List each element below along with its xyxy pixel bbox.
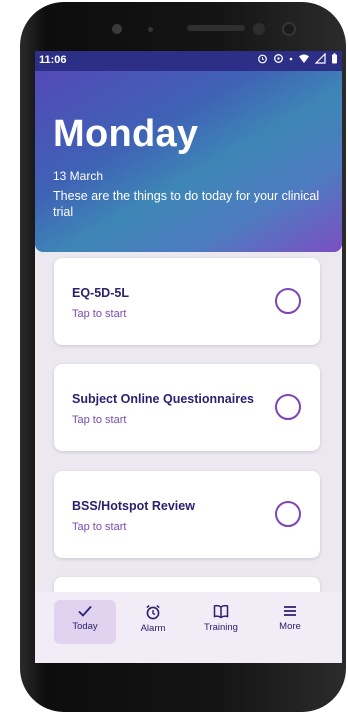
menu-icon bbox=[284, 606, 296, 616]
status-circle-icon[interactable] bbox=[275, 288, 301, 314]
nav-label: Training bbox=[204, 622, 238, 633]
dot-icon bbox=[289, 57, 293, 61]
today-header: Monday 13 March These are the things to … bbox=[35, 71, 342, 252]
battery-icon bbox=[332, 53, 337, 64]
status-bar: 11:06 bbox=[35, 51, 342, 71]
phone-speaker bbox=[187, 25, 245, 31]
status-circle-icon[interactable] bbox=[275, 501, 301, 527]
date-label: 13 March bbox=[53, 169, 104, 183]
nav-label: Today bbox=[72, 621, 98, 632]
task-card-questionnaires[interactable]: Subject Online Questionnaires Tap to sta… bbox=[54, 364, 320, 451]
task-title: EQ-5D-5L bbox=[72, 286, 129, 300]
task-title: Subject Online Questionnaires bbox=[72, 392, 254, 406]
phone-sensor-right bbox=[253, 23, 265, 35]
app-screen: 11:06 Monday 13 March These are the thin… bbox=[35, 51, 342, 663]
header-subtitle: These are the things to do today for you… bbox=[53, 189, 320, 219]
phone-sensor bbox=[112, 24, 122, 34]
bottom-navigation: Today Alarm Training More bbox=[35, 592, 342, 663]
task-subtitle: Tap to start bbox=[72, 414, 127, 426]
nav-more[interactable]: More bbox=[259, 600, 321, 644]
alarm-clock-icon bbox=[146, 605, 160, 620]
task-subtitle: Tap to start bbox=[72, 308, 127, 320]
status-icons bbox=[257, 53, 338, 64]
nav-alarm[interactable]: Alarm bbox=[122, 600, 184, 644]
task-subtitle: Tap to start bbox=[72, 521, 127, 533]
check-icon bbox=[78, 605, 92, 617]
task-card-hotspot-review[interactable]: BSS/Hotspot Review Tap to start bbox=[54, 471, 320, 558]
status-circle-icon[interactable] bbox=[275, 394, 301, 420]
phone-sensor-dot bbox=[148, 27, 153, 32]
nav-training[interactable]: Training bbox=[190, 600, 252, 644]
nav-label: More bbox=[279, 621, 301, 632]
task-card-eq5d[interactable]: EQ-5D-5L Tap to start bbox=[54, 258, 320, 345]
nav-label: Alarm bbox=[140, 623, 166, 634]
wifi-icon bbox=[299, 54, 309, 63]
front-camera bbox=[282, 22, 296, 36]
status-time: 11:06 bbox=[39, 54, 67, 66]
alarm-status-icon bbox=[258, 54, 267, 64]
data-saver-icon bbox=[274, 54, 283, 63]
page-title: Monday bbox=[53, 113, 199, 155]
book-icon bbox=[213, 604, 229, 619]
nav-today[interactable]: Today bbox=[54, 600, 116, 644]
task-title: BSS/Hotspot Review bbox=[72, 499, 195, 513]
signal-icon bbox=[315, 53, 326, 64]
